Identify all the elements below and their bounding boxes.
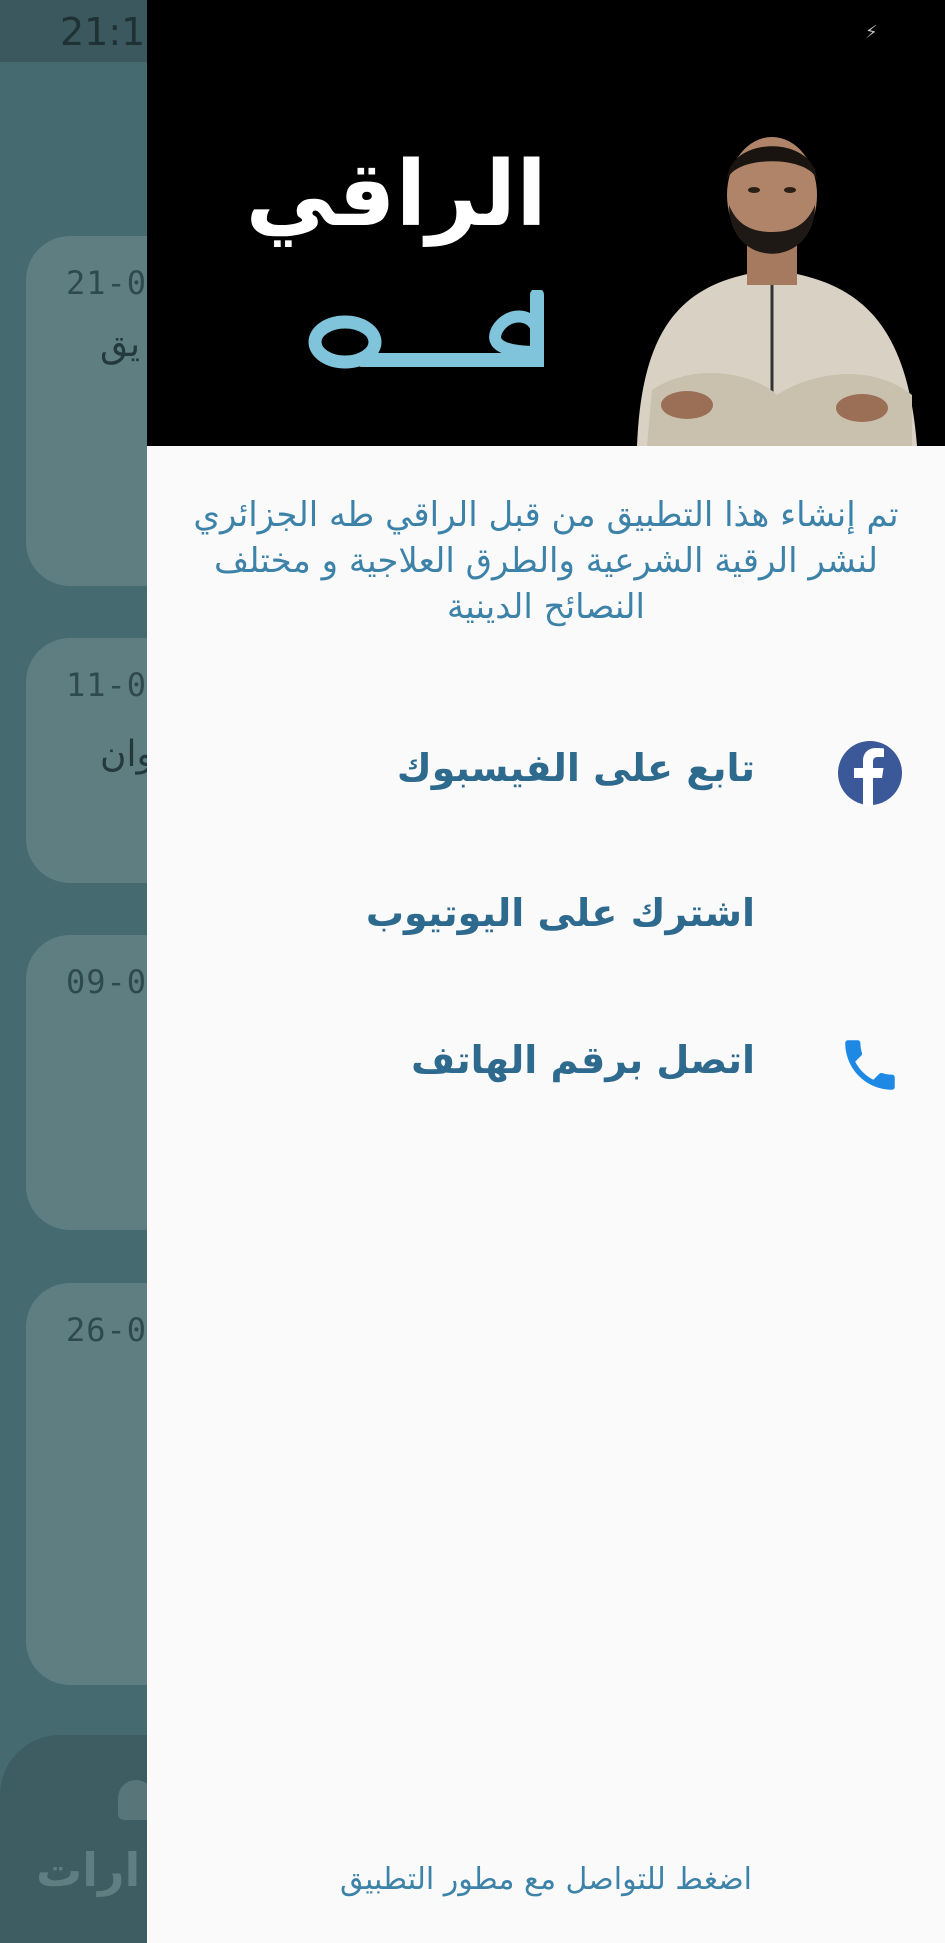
signal-icon: ⚡ bbox=[865, 22, 878, 43]
brand-name-logo bbox=[308, 290, 544, 369]
contact-developer-link[interactable]: اضغط للتواصل مع مطور التطبيق bbox=[147, 1862, 945, 1897]
portrait-image bbox=[637, 137, 917, 446]
app-description: تم إنشاء هذا التطبيق من قبل الراقي طه ال… bbox=[193, 495, 899, 627]
menu-label: اشترك على اليوتيوب bbox=[365, 891, 755, 935]
navigation-drawer: ⚡ الراقي تم إنشاء هذا التطبيق من قبل الر… bbox=[147, 0, 945, 1943]
screen: 21:11 21-0 يق 11-04 وان 09-0 و 26-0 ارات… bbox=[0, 0, 945, 1943]
card-text: يق bbox=[100, 324, 141, 365]
bottom-nav-label: ارات bbox=[36, 1843, 141, 1897]
menu-label: اتصل برقم الهاتف bbox=[411, 1038, 755, 1082]
follow-facebook-item[interactable]: تابع على الفيسبوك bbox=[147, 728, 945, 818]
facebook-icon bbox=[838, 741, 902, 806]
card-date: 09-0 bbox=[66, 963, 148, 1001]
brand-title: الراقي bbox=[245, 142, 547, 247]
subscribe-youtube-item[interactable]: اشترك على اليوتيوب bbox=[147, 873, 945, 963]
card-date: 26-0 bbox=[66, 1311, 148, 1349]
card-date: 21-0 bbox=[66, 264, 148, 302]
phone-icon bbox=[845, 1040, 895, 1090]
call-phone-item[interactable]: اتصل برقم الهاتف bbox=[147, 1020, 945, 1110]
drawer-header: ⚡ الراقي bbox=[147, 0, 945, 446]
menu-label: تابع على الفيسبوك bbox=[396, 746, 755, 790]
card-text: وان bbox=[100, 734, 154, 775]
